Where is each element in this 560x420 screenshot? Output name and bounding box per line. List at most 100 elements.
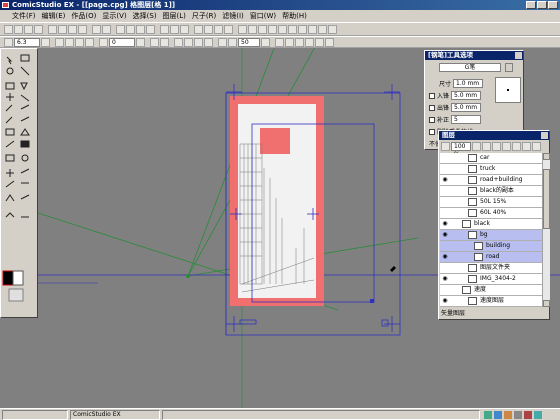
- layer-row[interactable]: building: [440, 241, 542, 252]
- angle-field[interactable]: 0: [109, 37, 135, 47]
- eye-icon[interactable]: ◉: [440, 219, 450, 229]
- menu-filter[interactable]: 滤镜(I): [222, 11, 244, 21]
- menu-work[interactable]: 作品(O): [71, 11, 96, 21]
- eye-icon[interactable]: ◉: [440, 274, 450, 284]
- menu-edit[interactable]: 编辑(E): [42, 11, 66, 21]
- zoom-dropdown-icon[interactable]: [41, 37, 50, 47]
- tray-icon[interactable]: [514, 411, 522, 419]
- eye-off-icon[interactable]: [440, 164, 450, 174]
- maximize-button[interactable]: [537, 1, 547, 9]
- fit-icon[interactable]: [160, 24, 169, 34]
- close-button[interactable]: [548, 1, 558, 9]
- polyline-icon[interactable]: [295, 37, 304, 47]
- tray-icon[interactable]: [524, 411, 532, 419]
- display-icon[interactable]: [174, 37, 183, 47]
- info-icon[interactable]: [328, 24, 337, 34]
- layer-row[interactable]: 50L 15%: [440, 197, 542, 208]
- frame-icon[interactable]: [228, 37, 237, 47]
- mask-icon[interactable]: [502, 142, 511, 151]
- width-dropdown-icon[interactable]: [261, 37, 270, 47]
- lock-icon[interactable]: [451, 263, 461, 273]
- rotate-icon[interactable]: [146, 24, 155, 34]
- zoom-in-icon[interactable]: [116, 24, 125, 34]
- guide-icon[interactable]: [224, 24, 233, 34]
- snap-icon[interactable]: [214, 24, 223, 34]
- curve-icon[interactable]: [285, 37, 294, 47]
- layer-menu-icon[interactable]: [532, 142, 541, 151]
- in-field[interactable]: 5.0 mm: [451, 91, 482, 100]
- layer-row[interactable]: 速度: [440, 285, 542, 296]
- opacity-dropdown-icon[interactable]: [472, 142, 481, 151]
- quick-mask-icon[interactable]: [194, 37, 203, 47]
- zoom-field[interactable]: 6.3: [14, 37, 40, 47]
- print-size-icon[interactable]: [180, 24, 189, 34]
- new-icon[interactable]: [4, 24, 13, 34]
- minimize-button[interactable]: [526, 1, 536, 9]
- line-icon[interactable]: [275, 37, 284, 47]
- lock-icon[interactable]: [451, 164, 461, 174]
- rotate-left-icon[interactable]: [99, 37, 108, 47]
- layer-row[interactable]: ◉ 速度图层: [440, 296, 542, 307]
- layer-row[interactable]: 60L 40%: [440, 208, 542, 219]
- eye-off-icon[interactable]: [440, 153, 450, 163]
- selection-icon[interactable]: [204, 37, 213, 47]
- out-field[interactable]: 5.0 mm: [451, 103, 482, 112]
- out-checkbox[interactable]: [429, 104, 435, 111]
- scroll-down-icon[interactable]: [543, 300, 550, 307]
- actual-size-icon[interactable]: [170, 24, 179, 34]
- lock-icon[interactable]: [451, 296, 461, 306]
- menu-view[interactable]: 显示(V): [102, 11, 126, 21]
- fit-page-icon[interactable]: [55, 37, 64, 47]
- layer-property-icon[interactable]: [441, 142, 450, 151]
- eye-icon[interactable]: ◉: [440, 252, 450, 262]
- perspective-icon[interactable]: [218, 37, 227, 47]
- layer-panel-icon[interactable]: [238, 24, 247, 34]
- close-icon[interactable]: [515, 52, 522, 59]
- property-panel-icon[interactable]: [248, 24, 257, 34]
- lock-icon[interactable]: [451, 208, 461, 218]
- width-field[interactable]: 50: [238, 37, 260, 47]
- layer-row[interactable]: truck: [440, 164, 542, 175]
- lock-icon[interactable]: [451, 241, 461, 251]
- lock-icon[interactable]: [451, 186, 461, 196]
- text-icon[interactable]: [325, 37, 334, 47]
- scroll-thumb[interactable]: [543, 169, 550, 229]
- duplicate-icon[interactable]: [512, 142, 521, 151]
- history-icon[interactable]: [278, 24, 287, 34]
- copy-icon[interactable]: [58, 24, 67, 34]
- cut-icon[interactable]: [48, 24, 57, 34]
- layer-row[interactable]: ◉ IMG_3404-2: [440, 274, 542, 285]
- mirror-icon[interactable]: [150, 37, 159, 47]
- grid-icon[interactable]: [204, 24, 213, 34]
- half-icon[interactable]: [85, 37, 94, 47]
- tray-icon[interactable]: [494, 411, 502, 419]
- full-icon[interactable]: [75, 37, 84, 47]
- print-preview-icon[interactable]: [184, 37, 193, 47]
- opacity-field[interactable]: 100 %: [451, 142, 471, 158]
- menu-layer[interactable]: 图层(L): [163, 11, 186, 21]
- menu-help[interactable]: 帮助(H): [282, 11, 307, 21]
- action-icon[interactable]: [308, 24, 317, 34]
- correct-field[interactable]: 5: [451, 115, 482, 124]
- lock-icon[interactable]: [451, 153, 461, 163]
- layer-row[interactable]: ◉ bg: [440, 230, 542, 241]
- material-icon[interactable]: [298, 24, 307, 34]
- menu-ruler[interactable]: 尺子(R): [192, 11, 216, 21]
- tray-icon[interactable]: [534, 411, 542, 419]
- eye-off-icon[interactable]: [440, 263, 450, 273]
- hand-icon[interactable]: [136, 24, 145, 34]
- zoom-icon[interactable]: [4, 37, 13, 47]
- lock-icon[interactable]: [451, 285, 461, 295]
- eye-icon[interactable]: ◉: [440, 296, 450, 306]
- redo-icon[interactable]: [102, 24, 111, 34]
- eye-off-icon[interactable]: [440, 208, 450, 218]
- color-icon[interactable]: [288, 24, 297, 34]
- delete-icon[interactable]: [78, 24, 87, 34]
- custom-tool-icon[interactable]: [318, 24, 327, 34]
- overlap-checkbox[interactable]: [429, 128, 435, 135]
- pattern-icon[interactable]: [315, 37, 324, 47]
- correct-checkbox[interactable]: [429, 116, 435, 123]
- tool-option-icon[interactable]: [268, 24, 277, 34]
- eye-icon[interactable]: ◉: [440, 230, 450, 240]
- pen-type-select[interactable]: G笔: [439, 63, 501, 72]
